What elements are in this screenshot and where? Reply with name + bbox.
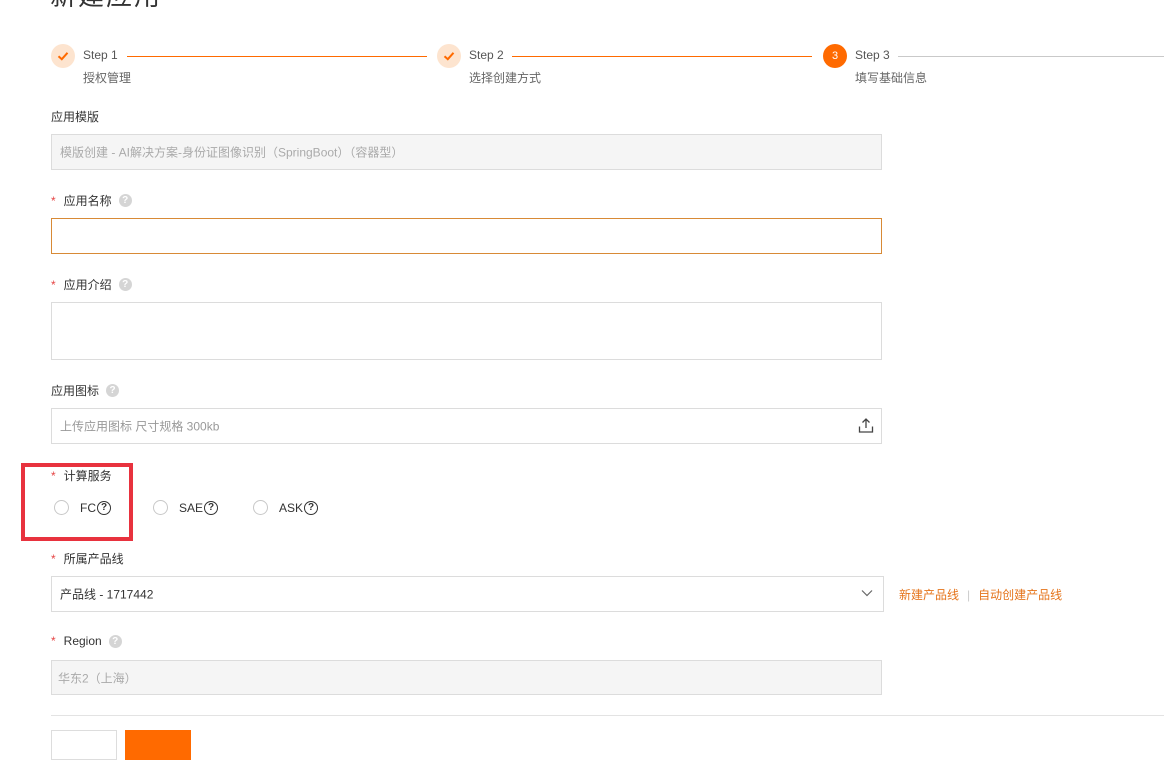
help-icon[interactable]: ? [118,278,132,291]
step-number-badge: 3 [823,44,847,68]
check-icon [51,44,75,68]
radio-label: SAE [179,500,204,515]
upload-icon[interactable] [857,417,875,435]
app-intro-textarea[interactable] [51,302,882,360]
question-icon[interactable]: ? [204,500,219,515]
radio-circle[interactable] [253,500,268,515]
highlight-box [21,463,133,541]
step-title: Step 1 [83,48,118,62]
step-desc: 填写基础信息 [855,71,928,85]
app-icon-upload[interactable]: 上传应用图标 尺寸规格 300kb [51,408,882,444]
step-title: Step 2 [469,48,504,62]
template-label-text: 应用模版 [51,110,100,124]
check-icon [437,44,461,68]
question-icon[interactable]: ? [304,500,319,515]
step-title: Step 3 [855,48,890,62]
help-icon[interactable]: ? [108,634,122,648]
required-asterisk: * [51,193,56,208]
app-icon-label: 应用图标 ? [51,382,120,399]
footer-divider [51,715,1164,716]
app-icon-label-text: 应用图标 [51,384,100,398]
radio-circle[interactable] [153,500,168,515]
product-line-value: 产品线 - 1717442 [60,587,154,602]
app-intro-label: * 应用介绍 ? [51,276,132,293]
product-line-select[interactable]: 产品线 - 1717442 [51,576,884,612]
template-label: 应用模版 [51,108,99,125]
previous-button[interactable] [51,730,117,760]
app-name-label-text: 应用名称 [63,194,112,208]
product-line-links: 新建产品线 | 自动创建产品线 [899,586,1062,603]
app-name-label: * 应用名称 ? [51,192,132,209]
product-line-label: * 所属产品线 [51,550,124,567]
page-title: 新建应用 [50,0,162,10]
app-intro-label-text: 应用介绍 [63,278,112,292]
app-icon-placeholder: 上传应用图标 尺寸规格 300kb [60,419,220,434]
required-asterisk: * [51,551,56,566]
radio-ask[interactable]: ASK ? [253,500,319,515]
new-product-line-link[interactable]: 新建产品线 [899,588,959,602]
step-connector [512,56,812,57]
link-separator: | [967,588,971,602]
region-label-text: Region [63,634,102,648]
required-asterisk: * [51,277,56,292]
step-desc: 选择创建方式 [469,71,542,85]
app-name-input[interactable] [51,218,882,254]
radio-label: ASK [279,500,304,515]
help-icon[interactable]: ? [118,194,132,207]
step-connector [127,56,427,57]
chevron-down-icon[interactable] [861,589,873,597]
step-desc: 授权管理 [83,71,132,85]
region-value: 华东2（上海） [58,671,137,685]
template-value: 模版创建 - AI解决方案-身份证图像识别（SpringBoot）（容器型） [60,145,404,160]
required-asterisk: * [51,634,56,648]
radio-sae[interactable]: SAE ? [153,500,219,515]
region-field: 华东2（上海） [51,660,882,695]
submit-button[interactable] [125,730,191,760]
template-field: 模版创建 - AI解决方案-身份证图像识别（SpringBoot）（容器型） [51,134,882,170]
auto-create-product-line-link[interactable]: 自动创建产品线 [978,588,1062,602]
help-icon[interactable]: ? [106,384,120,397]
region-label: * Region ? [51,634,122,648]
step-connector [898,56,1164,57]
product-line-label-text: 所属产品线 [63,552,124,566]
